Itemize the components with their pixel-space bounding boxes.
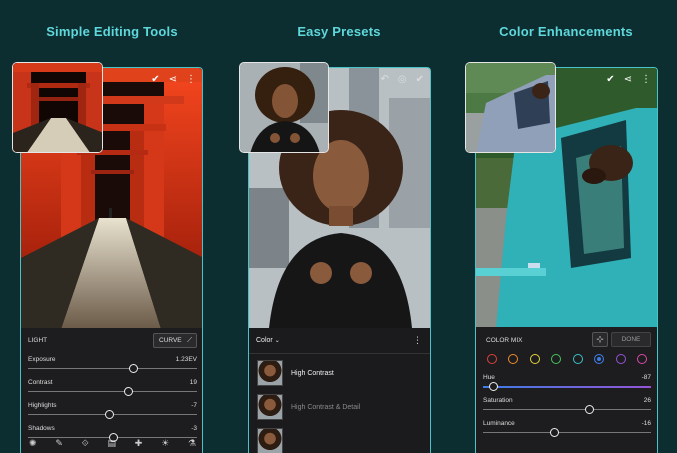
color-mix-panel: COLOR MIX ⊹ DONE Hue -87 Saturation 26 Lumin…	[476, 327, 657, 453]
slider-row-saturation: Saturation 26	[483, 397, 651, 420]
color-dropdown-label: Color	[256, 337, 273, 344]
chevron-down-icon: ⌄	[274, 338, 280, 344]
curve-icon: ⟋	[187, 337, 192, 344]
more-vertical-icon[interactable]: ⋮	[413, 335, 422, 346]
slider-row-highlights: Highlights -7	[28, 402, 197, 425]
slider-contrast[interactable]	[28, 386, 197, 398]
slider-thumb[interactable]	[128, 364, 138, 373]
done-button[interactable]: DONE	[611, 332, 651, 347]
slider-track	[28, 391, 197, 392]
slider-luminance[interactable]	[483, 427, 651, 439]
slider-label: Luminance	[483, 420, 515, 427]
light-panel: LIGHT CURVE ⟋ Exposure 1.23EV Contrast 19 Hi…	[21, 328, 202, 453]
slider-row-luminance: Luminance -16	[483, 420, 651, 443]
slider-value: 1.23EV	[175, 356, 197, 363]
slider-thumb[interactable]	[584, 405, 594, 414]
share-icon[interactable]: ⋖	[169, 74, 177, 85]
original-photo-thumbnail	[12, 62, 103, 153]
more-vertical-icon[interactable]: ⋮	[186, 74, 196, 85]
slider-track	[483, 409, 651, 410]
slider-row-exposure: Exposure 1.23EV	[28, 356, 197, 379]
slider-label: Hue	[483, 374, 495, 381]
crop-icon[interactable]: ⟐	[82, 438, 89, 449]
slider-thumb[interactable]	[123, 387, 133, 396]
slider-highlights[interactable]	[28, 409, 197, 421]
slider-row-hue: Hue -87	[483, 374, 651, 397]
preset-label: High Contrast & Detail	[291, 403, 361, 411]
heading-easy-presets: Easy Presets	[297, 24, 381, 39]
color-swatch[interactable]	[636, 354, 647, 364]
color-swatch[interactable]	[594, 354, 605, 364]
original-portrait-thumbnail	[239, 62, 329, 153]
presets-icon[interactable]: ✺	[29, 438, 37, 449]
slider-row-contrast: Contrast 19	[28, 379, 197, 402]
edit-toolbar: ✺ ✎ ⟐ ▤ ✚ ☀ ⚗	[29, 438, 196, 449]
layers-icon[interactable]: ▤	[107, 438, 116, 449]
slider-value: 19	[189, 379, 197, 386]
preset-item[interactable]: High Contrast & Detail	[249, 390, 430, 424]
slider-value: -16	[641, 420, 651, 427]
slider-thumb[interactable]	[549, 428, 559, 437]
preset-thumbnail	[257, 428, 283, 453]
slider-saturation[interactable]	[483, 404, 651, 416]
slider-track	[483, 386, 651, 388]
presets-panel: Color ⌄ ⋮ High Contrast High Contrast & D…	[249, 328, 430, 453]
slider-label: Exposure	[28, 356, 56, 363]
original-truck-thumbnail	[465, 62, 556, 153]
brush-icon[interactable]: ✎	[55, 438, 63, 449]
heading-simple-editing-tools: Simple Editing Tools	[46, 24, 178, 39]
presets-header: Color ⌄ ⋮	[249, 328, 430, 354]
share-icon[interactable]: ⋖	[624, 74, 632, 85]
slider-track	[483, 432, 651, 433]
section-label-light: LIGHT	[28, 337, 48, 344]
preset-label: High Contrast	[291, 369, 334, 377]
slider-hue[interactable]	[483, 381, 651, 393]
curve-button[interactable]: CURVE ⟋	[153, 333, 197, 348]
color-swatch[interactable]	[615, 354, 626, 364]
heading-color-enhancements: Color Enhancements	[499, 24, 633, 39]
slider-exposure[interactable]	[28, 363, 197, 375]
checkmark-icon[interactable]: ✔	[606, 74, 614, 85]
compare-icon[interactable]: ◎	[398, 74, 407, 85]
undo-icon[interactable]: ↶	[380, 74, 388, 85]
slider-track	[28, 368, 197, 369]
slider-thumb[interactable]	[489, 382, 499, 391]
slider-value: 26	[643, 397, 651, 404]
slider-label: Contrast	[28, 379, 53, 386]
slider-label: Saturation	[483, 397, 513, 404]
preset-thumbnail	[257, 394, 283, 420]
checkmark-icon[interactable]: ✔	[151, 74, 159, 85]
slider-label: Highlights	[28, 402, 57, 409]
color-swatch[interactable]	[508, 354, 519, 364]
more-vertical-icon[interactable]: ⋮	[641, 74, 651, 85]
color-swatch[interactable]	[551, 354, 562, 364]
section-label-color-mix: COLOR MIX	[486, 337, 523, 344]
color-swatch[interactable]	[529, 354, 540, 364]
slider-value: -3	[191, 425, 197, 432]
color-swatch[interactable]	[572, 354, 583, 364]
slider-label: Shadows	[28, 425, 55, 432]
preset-item[interactable]	[249, 424, 430, 453]
healing-icon[interactable]: ✚	[135, 438, 143, 449]
light-icon[interactable]: ☀	[161, 438, 169, 449]
target-adjust-icon[interactable]: ⊹	[592, 332, 608, 347]
slider-value: -87	[641, 374, 651, 381]
preset-thumbnail	[257, 360, 283, 386]
color-swatch[interactable]	[487, 354, 497, 364]
preset-item[interactable]: High Contrast	[249, 356, 430, 390]
slider-thumb[interactable]	[105, 410, 115, 419]
slider-value: -7	[191, 402, 197, 409]
color-icon[interactable]: ⚗	[188, 438, 196, 449]
checkmark-icon[interactable]: ✔	[416, 74, 424, 85]
curve-button-label: CURVE	[159, 337, 182, 344]
color-swatches	[487, 354, 647, 364]
color-dropdown[interactable]: Color ⌄	[256, 337, 280, 344]
